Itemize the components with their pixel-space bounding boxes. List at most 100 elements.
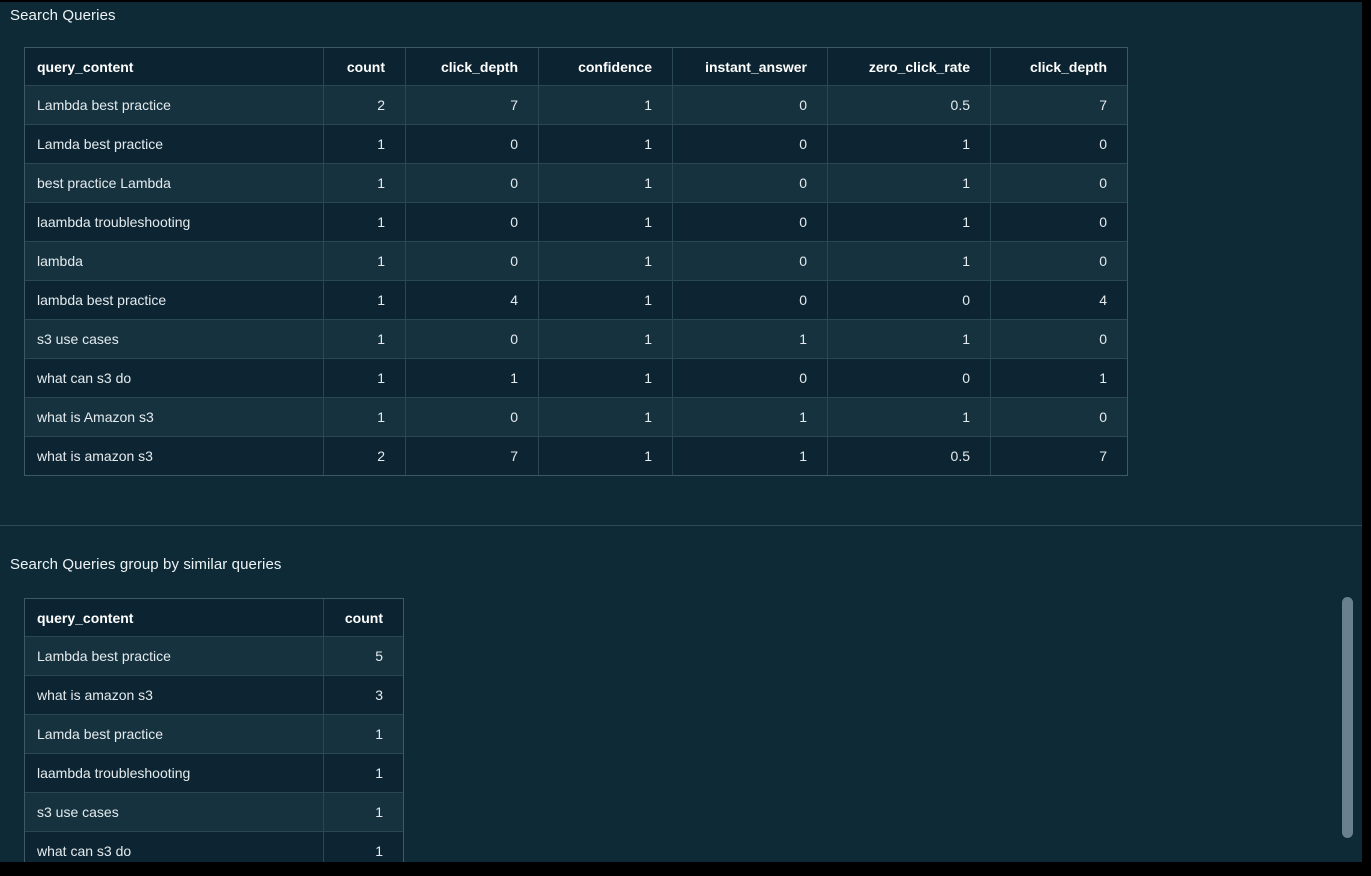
table-cell: 1 <box>323 202 406 242</box>
column-header-instant_answer[interactable]: instant_answer <box>672 47 828 86</box>
table-cell: 5 <box>323 636 404 676</box>
table-cell: 0 <box>990 202 1128 242</box>
table-cell: 0 <box>405 163 539 203</box>
table-cell: 1 <box>323 753 404 793</box>
table-cell: Lamda best practice <box>24 714 324 754</box>
table-cell: 1 <box>323 358 406 398</box>
table-cell: 0 <box>990 163 1128 203</box>
table-row: Lamda best practice 1 0 1 0 1 0 <box>24 124 1128 164</box>
table-cell: best practice Lambda <box>24 163 324 203</box>
table-cell: 1 <box>538 436 673 476</box>
table-cell: 7 <box>405 85 539 125</box>
table-cell: 1 <box>827 202 991 242</box>
table-header-row: query_content count click_depth confidence i… <box>24 47 1128 86</box>
table-cell: 0 <box>672 124 828 164</box>
column-header-confidence[interactable]: confidence <box>538 47 673 86</box>
table-cell: 1 <box>323 792 404 832</box>
table-cell: 0 <box>990 241 1128 281</box>
table-cell: Lambda best practice <box>24 636 324 676</box>
table-body: Lambda best practice 2 7 1 0 0.5 7 Lamda best p… <box>24 85 1128 476</box>
column-header-count[interactable]: count <box>323 47 406 86</box>
table-row: best practice Lambda 1 0 1 0 1 0 <box>24 163 1128 203</box>
search-queries-table: query_content count click_depth confidence i… <box>24 47 1128 476</box>
table-header-row: query_content count <box>24 598 404 637</box>
table-cell: 1 <box>323 124 406 164</box>
table-cell: 0 <box>672 280 828 320</box>
table-cell: 4 <box>990 280 1128 320</box>
column-header-query_content[interactable]: query_content <box>24 598 324 637</box>
table-row: what can s3 do 1 1 1 0 0 1 <box>24 358 1128 398</box>
table-cell: 1 <box>827 397 991 437</box>
table-cell: 1 <box>538 241 673 281</box>
column-header-click_depth[interactable]: click_depth <box>990 47 1128 86</box>
table-cell: 1 <box>827 319 991 359</box>
column-header-query_content[interactable]: query_content <box>24 47 324 86</box>
section-title-search-queries: Search Queries <box>10 7 116 24</box>
table-cell: 0 <box>990 319 1128 359</box>
table-cell: 0 <box>672 163 828 203</box>
table-cell: 0 <box>672 202 828 242</box>
table-cell: 0.5 <box>827 436 991 476</box>
table-cell: 1 <box>538 397 673 437</box>
table-row: Lambda best practice 2 7 1 0 0.5 7 <box>24 85 1128 125</box>
table-row: lambda best practice 1 4 1 0 0 4 <box>24 280 1128 320</box>
table-cell: 1 <box>323 397 406 437</box>
table-cell: 0 <box>990 124 1128 164</box>
table-cell: 1 <box>827 163 991 203</box>
table-cell: lambda <box>24 241 324 281</box>
table-cell: 1 <box>323 163 406 203</box>
table-cell: 1 <box>672 436 828 476</box>
grouped-queries-table: query_content count Lambda best practice 5… <box>24 598 404 871</box>
table-cell: 0.5 <box>827 85 991 125</box>
window-frame-bottom <box>0 862 1371 876</box>
table-cell: lambda best practice <box>24 280 324 320</box>
table-cell: 1 <box>323 280 406 320</box>
table-cell: what can s3 do <box>24 358 324 398</box>
table-row: Lamda best practice 1 <box>24 714 404 754</box>
window-frame-top <box>0 0 1371 2</box>
table-cell: 1 <box>827 241 991 281</box>
table-cell: what is Amazon s3 <box>24 397 324 437</box>
table-cell: 1 <box>538 319 673 359</box>
table-cell: 0 <box>827 280 991 320</box>
table-cell: 7 <box>405 436 539 476</box>
table-cell: 2 <box>323 85 406 125</box>
table-cell: 1 <box>538 280 673 320</box>
column-header-zero_click_rate[interactable]: zero_click_rate <box>827 47 991 86</box>
table-cell: s3 use cases <box>24 792 324 832</box>
table-row: what is amazon s3 3 <box>24 675 404 715</box>
table-cell: 1 <box>405 358 539 398</box>
table-row: Lambda best practice 5 <box>24 636 404 676</box>
table-cell: 3 <box>323 675 404 715</box>
column-header-count[interactable]: count <box>323 598 404 637</box>
table-cell: 1 <box>672 397 828 437</box>
table-row: lambda 1 0 1 0 1 0 <box>24 241 1128 281</box>
table-cell: laambda troubleshooting <box>24 753 324 793</box>
table-cell: what is amazon s3 <box>24 675 324 715</box>
table-cell: what is amazon s3 <box>24 436 324 476</box>
table-row: laambda troubleshooting 1 0 1 0 1 0 <box>24 202 1128 242</box>
column-header-click_depth[interactable]: click_depth <box>405 47 539 86</box>
table-cell: 7 <box>990 436 1128 476</box>
table-cell: 1 <box>538 163 673 203</box>
table-row: laambda troubleshooting 1 <box>24 753 404 793</box>
table-cell: 0 <box>672 85 828 125</box>
table-cell: 1 <box>538 85 673 125</box>
window-frame-right <box>1362 0 1371 876</box>
table-cell: 0 <box>827 358 991 398</box>
table-cell: Lamda best practice <box>24 124 324 164</box>
table-body: Lambda best practice 5 what is amazon s3 3 L… <box>24 636 404 871</box>
table-cell: 1 <box>323 241 406 281</box>
table-row: what is amazon s3 2 7 1 1 0.5 7 <box>24 436 1128 476</box>
table-cell: 7 <box>990 85 1128 125</box>
table-cell: 0 <box>405 202 539 242</box>
table-cell: 0 <box>672 241 828 281</box>
table-cell: 4 <box>405 280 539 320</box>
table-cell: 0 <box>990 397 1128 437</box>
table-row: what is Amazon s3 1 0 1 1 1 0 <box>24 397 1128 437</box>
table-cell: 2 <box>323 436 406 476</box>
table-cell: laambda troubleshooting <box>24 202 324 242</box>
table-cell: 0 <box>405 241 539 281</box>
section-title-grouped-queries: Search Queries group by similar queries <box>10 556 282 573</box>
vertical-scrollbar-thumb[interactable] <box>1342 597 1353 838</box>
